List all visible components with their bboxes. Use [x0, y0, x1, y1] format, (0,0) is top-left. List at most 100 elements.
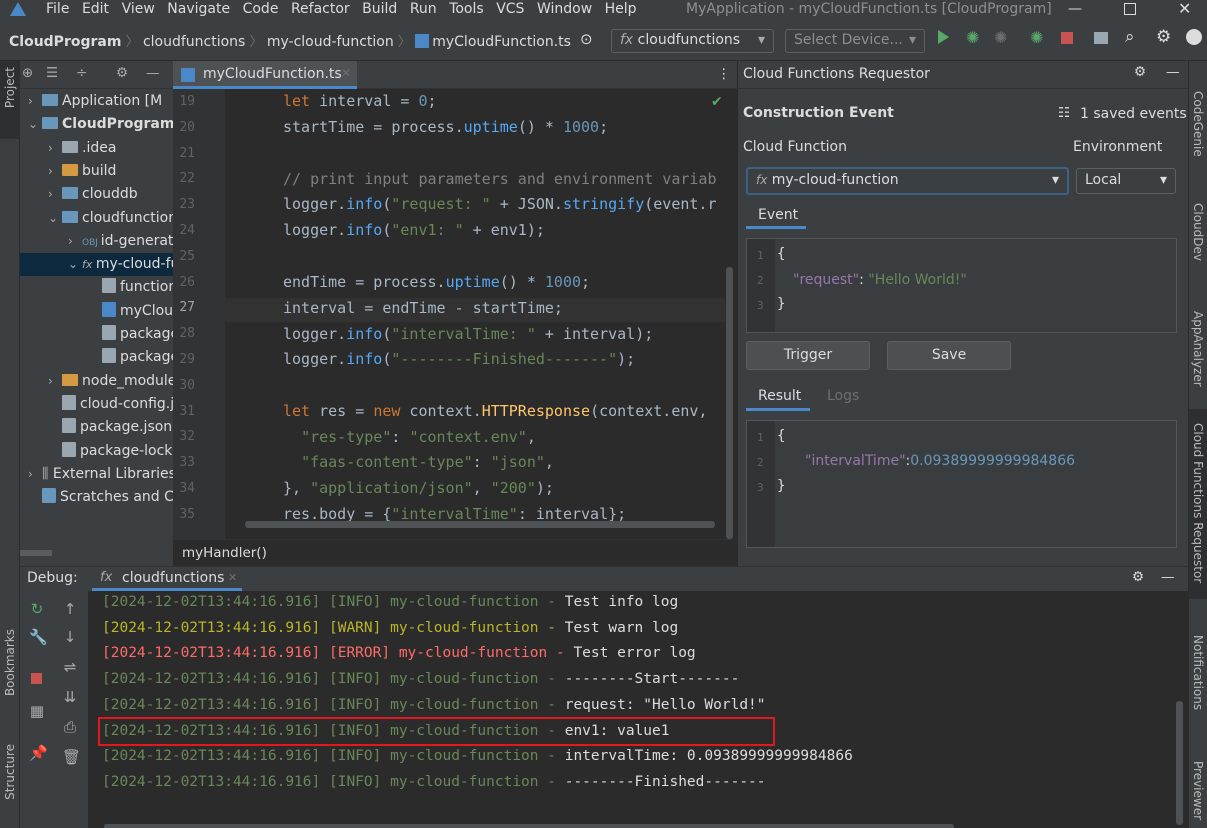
tree-item[interactable]: › .idea — [48, 137, 116, 160]
hide-panel-icon[interactable]: — — [146, 65, 160, 81]
settings-gear-icon[interactable]: ⚙ — [1132, 569, 1144, 585]
menu-navigate[interactable]: Navigate — [167, 1, 230, 17]
cloud-function-select[interactable]: fx my-cloud-function ▾ — [746, 167, 1069, 195]
tab-event[interactable]: Event — [746, 201, 806, 229]
device-select[interactable]: Select Device... ▾ — [785, 29, 925, 53]
tree-item[interactable]: › node_modules — [48, 370, 173, 393]
select-opened-file-icon[interactable]: ⊕ — [22, 65, 33, 81]
cloud-functions-requestor-tool-tab[interactable]: Cloud Functions Requestor — [1189, 409, 1207, 599]
menu-code[interactable]: Code — [243, 1, 279, 17]
event-json-editor[interactable]: 1{ 2 "request": "Hello World!" 3} — [746, 238, 1177, 333]
chevron-right-icon[interactable]: › — [48, 137, 62, 160]
chevron-down-icon[interactable]: ⌄ — [28, 113, 42, 136]
close-tab-icon[interactable]: ✕ — [228, 571, 237, 584]
previewer-tool-tab[interactable]: Previewer — [1191, 761, 1205, 820]
chevron-right-icon[interactable]: › — [28, 90, 42, 113]
profile-icon[interactable]: ✺ — [1030, 28, 1043, 47]
menu-view[interactable]: View — [122, 1, 155, 17]
tab-myCloudFunction[interactable]: myCloudFunction.ts ✕ — [173, 61, 357, 89]
tab-menu-icon[interactable]: ⋮ — [717, 66, 731, 82]
minimize-button[interactable]: — — [1068, 0, 1082, 18]
structure-tool-tab[interactable]: Structure — [3, 744, 17, 800]
chevron-right-icon[interactable]: › — [48, 183, 62, 206]
tree-item[interactable]: › clouddb — [48, 183, 138, 206]
tree-item[interactable]: package.json — [48, 416, 172, 439]
saved-events-icon[interactable]: ☷ — [1058, 105, 1070, 121]
tree-item[interactable]: ›OBJ id-generator — [68, 230, 173, 253]
codegenie-tool-tab[interactable]: CodeGenie — [1191, 91, 1205, 157]
tree-item[interactable]: Scratches and Consoles — [28, 486, 173, 509]
tree-item[interactable]: myCloudFunction.ts — [88, 300, 173, 323]
attach-debugger-icon[interactable]: ✺ — [994, 28, 1007, 47]
run-icon[interactable] — [938, 30, 949, 44]
chevron-right-icon[interactable]: › — [68, 230, 82, 253]
options-gear-icon[interactable]: ⚙ — [116, 65, 128, 81]
close-tab-icon[interactable]: ✕ — [341, 66, 351, 80]
menu-refactor[interactable]: Refactor — [291, 1, 350, 17]
debug-icon[interactable]: ✺ — [966, 28, 979, 47]
tree-item[interactable]: package-lock.json — [48, 440, 173, 463]
breadcrumb-file[interactable]: myCloudFunction.ts — [432, 34, 571, 50]
breadcrumb-cloudfunctions[interactable]: cloudfunctions — [143, 34, 245, 50]
menu-edit[interactable]: Edit — [82, 1, 109, 17]
trigger-button[interactable]: Trigger — [746, 341, 870, 370]
breadcrumb-project[interactable]: CloudProgram — [9, 34, 121, 50]
result-json-viewer[interactable]: 1{ 2 "intervalTime":0.09389999999984866 … — [746, 420, 1177, 548]
vertical-scrollbar[interactable] — [726, 267, 733, 539]
settings-gear-icon[interactable]: ⚙ — [1134, 64, 1146, 80]
menu-file[interactable]: File — [46, 1, 69, 17]
tree-item[interactable]: ⌄ cloudfunctions — [48, 207, 173, 230]
console-output[interactable]: [2024-12-02T13:44:16.916] [INFO] my-clou… — [20, 591, 1188, 828]
project-structure-icon[interactable] — [1094, 32, 1108, 44]
run-config-select[interactable]: fx cloudfunctions ▾ — [611, 29, 774, 53]
function-breadcrumb[interactable]: myHandler() — [182, 545, 267, 561]
menu-window[interactable]: Window — [537, 1, 592, 17]
target-icon[interactable]: ⊙ — [580, 30, 593, 48]
expand-all-icon[interactable]: ☰ — [46, 65, 58, 81]
saved-events-link[interactable]: 1 saved events — [1080, 106, 1187, 122]
horizontal-scrollbar[interactable] — [245, 521, 715, 528]
maximize-button[interactable] — [1124, 3, 1136, 15]
settings-gear-icon[interactable]: ⚙ — [1156, 27, 1171, 47]
tree-item[interactable]: package.json — [88, 323, 173, 346]
tree-item[interactable]: ⌄fx my-cloud-function — [20, 253, 173, 277]
tree-item[interactable]: ⌄ CloudProgram — [28, 113, 173, 136]
tree-item[interactable]: › Application [M — [28, 90, 162, 113]
horizontal-scrollbar[interactable] — [20, 550, 52, 556]
chevron-down-icon[interactable]: ⌄ — [48, 207, 62, 230]
account-icon[interactable] — [1186, 29, 1202, 45]
bookmarks-tool-tab[interactable]: Bookmarks — [3, 629, 17, 696]
hide-panel-icon[interactable]: — — [1166, 64, 1180, 80]
chevron-right-icon[interactable]: › — [48, 160, 62, 183]
hide-panel-icon[interactable]: — — [1161, 569, 1175, 585]
console-horizontal-scrollbar[interactable] — [104, 824, 954, 828]
tree-item[interactable]: function-config.json — [88, 276, 173, 299]
chevron-right-icon[interactable]: › — [28, 463, 42, 486]
close-button[interactable]: ✕ — [1178, 0, 1191, 18]
environment-select[interactable]: Local ▾ — [1076, 168, 1176, 194]
breadcrumb-my-cloud-function[interactable]: my-cloud-function — [267, 34, 394, 50]
clouddev-tool-tab[interactable]: CloudDev — [1191, 203, 1205, 261]
search-icon[interactable]: ⌕ — [1125, 27, 1135, 47]
project-tool-tab[interactable]: Project — [0, 61, 20, 139]
chevron-right-icon[interactable]: › — [48, 370, 62, 393]
appanalyzer-tool-tab[interactable]: AppAnalyzer — [1191, 311, 1205, 387]
tab-debug-cloudfunctions[interactable]: fx cloudfunctions ✕ — [92, 567, 242, 591]
tab-logs[interactable]: Logs — [827, 388, 859, 404]
tree-item[interactable]: cloud-config.json — [48, 393, 173, 416]
chevron-down-icon[interactable]: ⌄ — [68, 253, 82, 276]
notifications-tool-tab[interactable]: Notifications — [1191, 635, 1205, 710]
code-area[interactable]: let interval = 0; startTime = process.up… — [173, 89, 725, 539]
menu-tools[interactable]: Tools — [449, 1, 484, 17]
tree-item[interactable]: › build — [48, 160, 116, 183]
tree-item[interactable]: › ⫼ External Libraries — [28, 463, 173, 486]
menu-vcs[interactable]: VCS — [496, 1, 524, 17]
tree-item[interactable]: package-lock.json — [88, 346, 173, 369]
stop-icon[interactable] — [1061, 32, 1073, 44]
console-vertical-scrollbar[interactable] — [1176, 701, 1183, 825]
menu-help[interactable]: Help — [605, 1, 637, 17]
collapse-all-icon[interactable]: ÷ — [76, 65, 87, 81]
menu-build[interactable]: Build — [362, 1, 397, 17]
menu-run[interactable]: Run — [410, 1, 437, 17]
save-button[interactable]: Save — [887, 341, 1011, 370]
